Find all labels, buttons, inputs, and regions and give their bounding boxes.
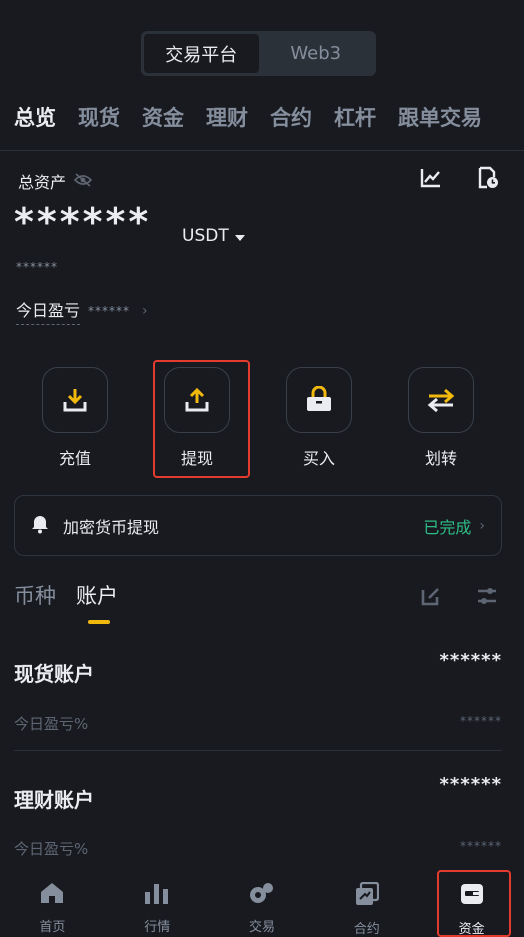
today-pnl-value: ****** [88,304,131,318]
spot-account-pnl-value: ****** [460,714,502,728]
home-icon [40,882,64,916]
buy-label: 买入 [302,449,335,468]
nav-futures[interactable]: 合约 [314,868,419,937]
nav-futures-label: 合约 [353,922,380,937]
markets-icon [144,882,170,916]
currency-label: USDT [182,226,229,246]
tab-account[interactable]: 账户 [76,580,118,624]
hide-balance-icon[interactable] [73,172,93,191]
spot-account-name[interactable]: 现货账户 [14,658,94,687]
filter-icon[interactable] [476,585,498,611]
nav-markets-label: 行情 [144,920,171,935]
pnl-chart-icon[interactable] [419,166,443,190]
btc-equivalent: ****** [16,260,58,274]
earn-account-pnl-value: ****** [460,839,502,853]
chevron-right-icon: › [479,517,485,534]
tab-funding[interactable]: 资金 [142,102,184,132]
nav-markets[interactable]: 行情 [105,868,210,937]
total-assets-text: 总资产 [18,173,67,192]
futures-icon [355,881,379,918]
buy-button[interactable]: 买入 [284,367,354,469]
buy-icon [286,367,352,433]
deposit-button[interactable]: 充值 [40,367,110,469]
earn-account-value: ****** [439,774,502,795]
transfer-label: 划转 [424,449,457,468]
caret-down-icon [234,226,245,246]
bell-icon [31,514,49,538]
total-assets-label: 总资产 [18,169,93,193]
edit-icon[interactable] [420,585,442,611]
wallet-highlight-box [437,870,511,937]
tab-futures[interactable]: 合约 [270,102,312,132]
nav-trade[interactable]: 交易 [210,868,315,937]
tab-overview[interactable]: 总览 [14,102,56,132]
spot-account-value: ****** [439,650,502,671]
currency-selector[interactable]: USDT [182,226,245,246]
account-divider [14,750,502,751]
chevron-right-icon: › [142,303,148,319]
withdrawal-notice-card[interactable]: 加密货币提现 已完成 › [14,495,502,556]
deposit-label: 充值 [58,449,91,468]
asset-view-tabs: 币种 账户 [14,580,118,624]
switch-exchange[interactable]: 交易平台 [144,34,259,73]
today-pnl-label: 今日盈亏 [16,297,81,325]
tab-coin[interactable]: 币种 [14,580,56,610]
switch-web3[interactable]: Web3 [259,34,374,73]
nav-home[interactable]: 首页 [0,868,105,937]
earn-account-name[interactable]: 理财账户 [14,784,94,813]
nav-trade-label: 交易 [248,920,275,935]
notice-text: 加密货币提现 [63,517,160,537]
main-tabs: 总览 现货 资金 理财 合约 杠杆 跟单交易 [0,100,524,134]
trade-icon [249,882,275,916]
notice-status: 已完成 [423,517,472,537]
transfer-button[interactable]: 划转 [406,367,476,469]
spot-account-pnl-label: 今日盈亏% [14,715,89,733]
tab-margin[interactable]: 杠杆 [334,102,376,132]
today-pnl-row[interactable]: 今日盈亏 ****** › [16,297,148,325]
withdraw-highlight-box [153,360,250,478]
history-icon[interactable] [476,166,500,190]
tab-copy-trading[interactable]: 跟单交易 [398,102,482,132]
deposit-icon [42,367,108,433]
platform-switch: 交易平台 Web3 [141,31,376,76]
total-assets-value: ****** [14,200,152,244]
tab-earn[interactable]: 理财 [206,102,248,132]
earn-account-pnl-label: 今日盈亏% [14,840,89,858]
tab-spot[interactable]: 现货 [78,102,120,132]
transfer-icon [408,367,474,433]
nav-home-label: 首页 [39,920,66,935]
tabs-divider [0,150,524,151]
